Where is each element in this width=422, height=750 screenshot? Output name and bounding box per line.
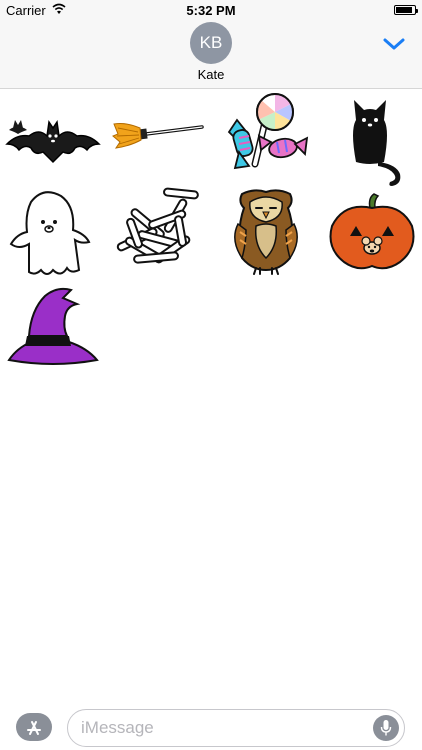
- contact-avatar[interactable]: KB: [190, 22, 232, 64]
- candy-sticker[interactable]: [215, 92, 315, 187]
- status-bar: Carrier 5:32 PM: [0, 0, 422, 22]
- battery-icon: [394, 5, 418, 15]
- broom-sticker[interactable]: [108, 98, 208, 193]
- pumpkin-sticker[interactable]: [322, 190, 422, 285]
- bones-sticker[interactable]: [108, 186, 208, 281]
- conversation-header: KB Kate: [0, 22, 422, 89]
- witch-hat-icon: [7, 287, 99, 365]
- black-cat-icon: [353, 100, 401, 186]
- bones-icon: [116, 187, 199, 264]
- ghost-icon: [9, 191, 91, 275]
- owl-icon: [234, 189, 298, 275]
- pumpkin-icon: [329, 193, 415, 270]
- ghost-sticker[interactable]: [3, 188, 103, 283]
- contact-name[interactable]: Kate: [0, 67, 422, 82]
- clock-time: 5:32 PM: [186, 3, 236, 18]
- chevron-down-icon[interactable]: [382, 36, 406, 52]
- candy-icon: [227, 93, 309, 170]
- bat-sticker[interactable]: [3, 98, 103, 193]
- bat-icon: [5, 119, 101, 164]
- witch-hat-sticker[interactable]: [3, 282, 103, 377]
- app-store-icon: [27, 721, 41, 735]
- owl-sticker[interactable]: [216, 184, 316, 279]
- broom-icon: [112, 123, 204, 149]
- message-input[interactable]: [67, 709, 405, 747]
- microphone-icon: [380, 720, 392, 736]
- microphone-button[interactable]: [373, 715, 399, 741]
- app-store-button[interactable]: [16, 713, 52, 741]
- compose-bar: [0, 705, 422, 750]
- black-cat-sticker[interactable]: [320, 94, 420, 189]
